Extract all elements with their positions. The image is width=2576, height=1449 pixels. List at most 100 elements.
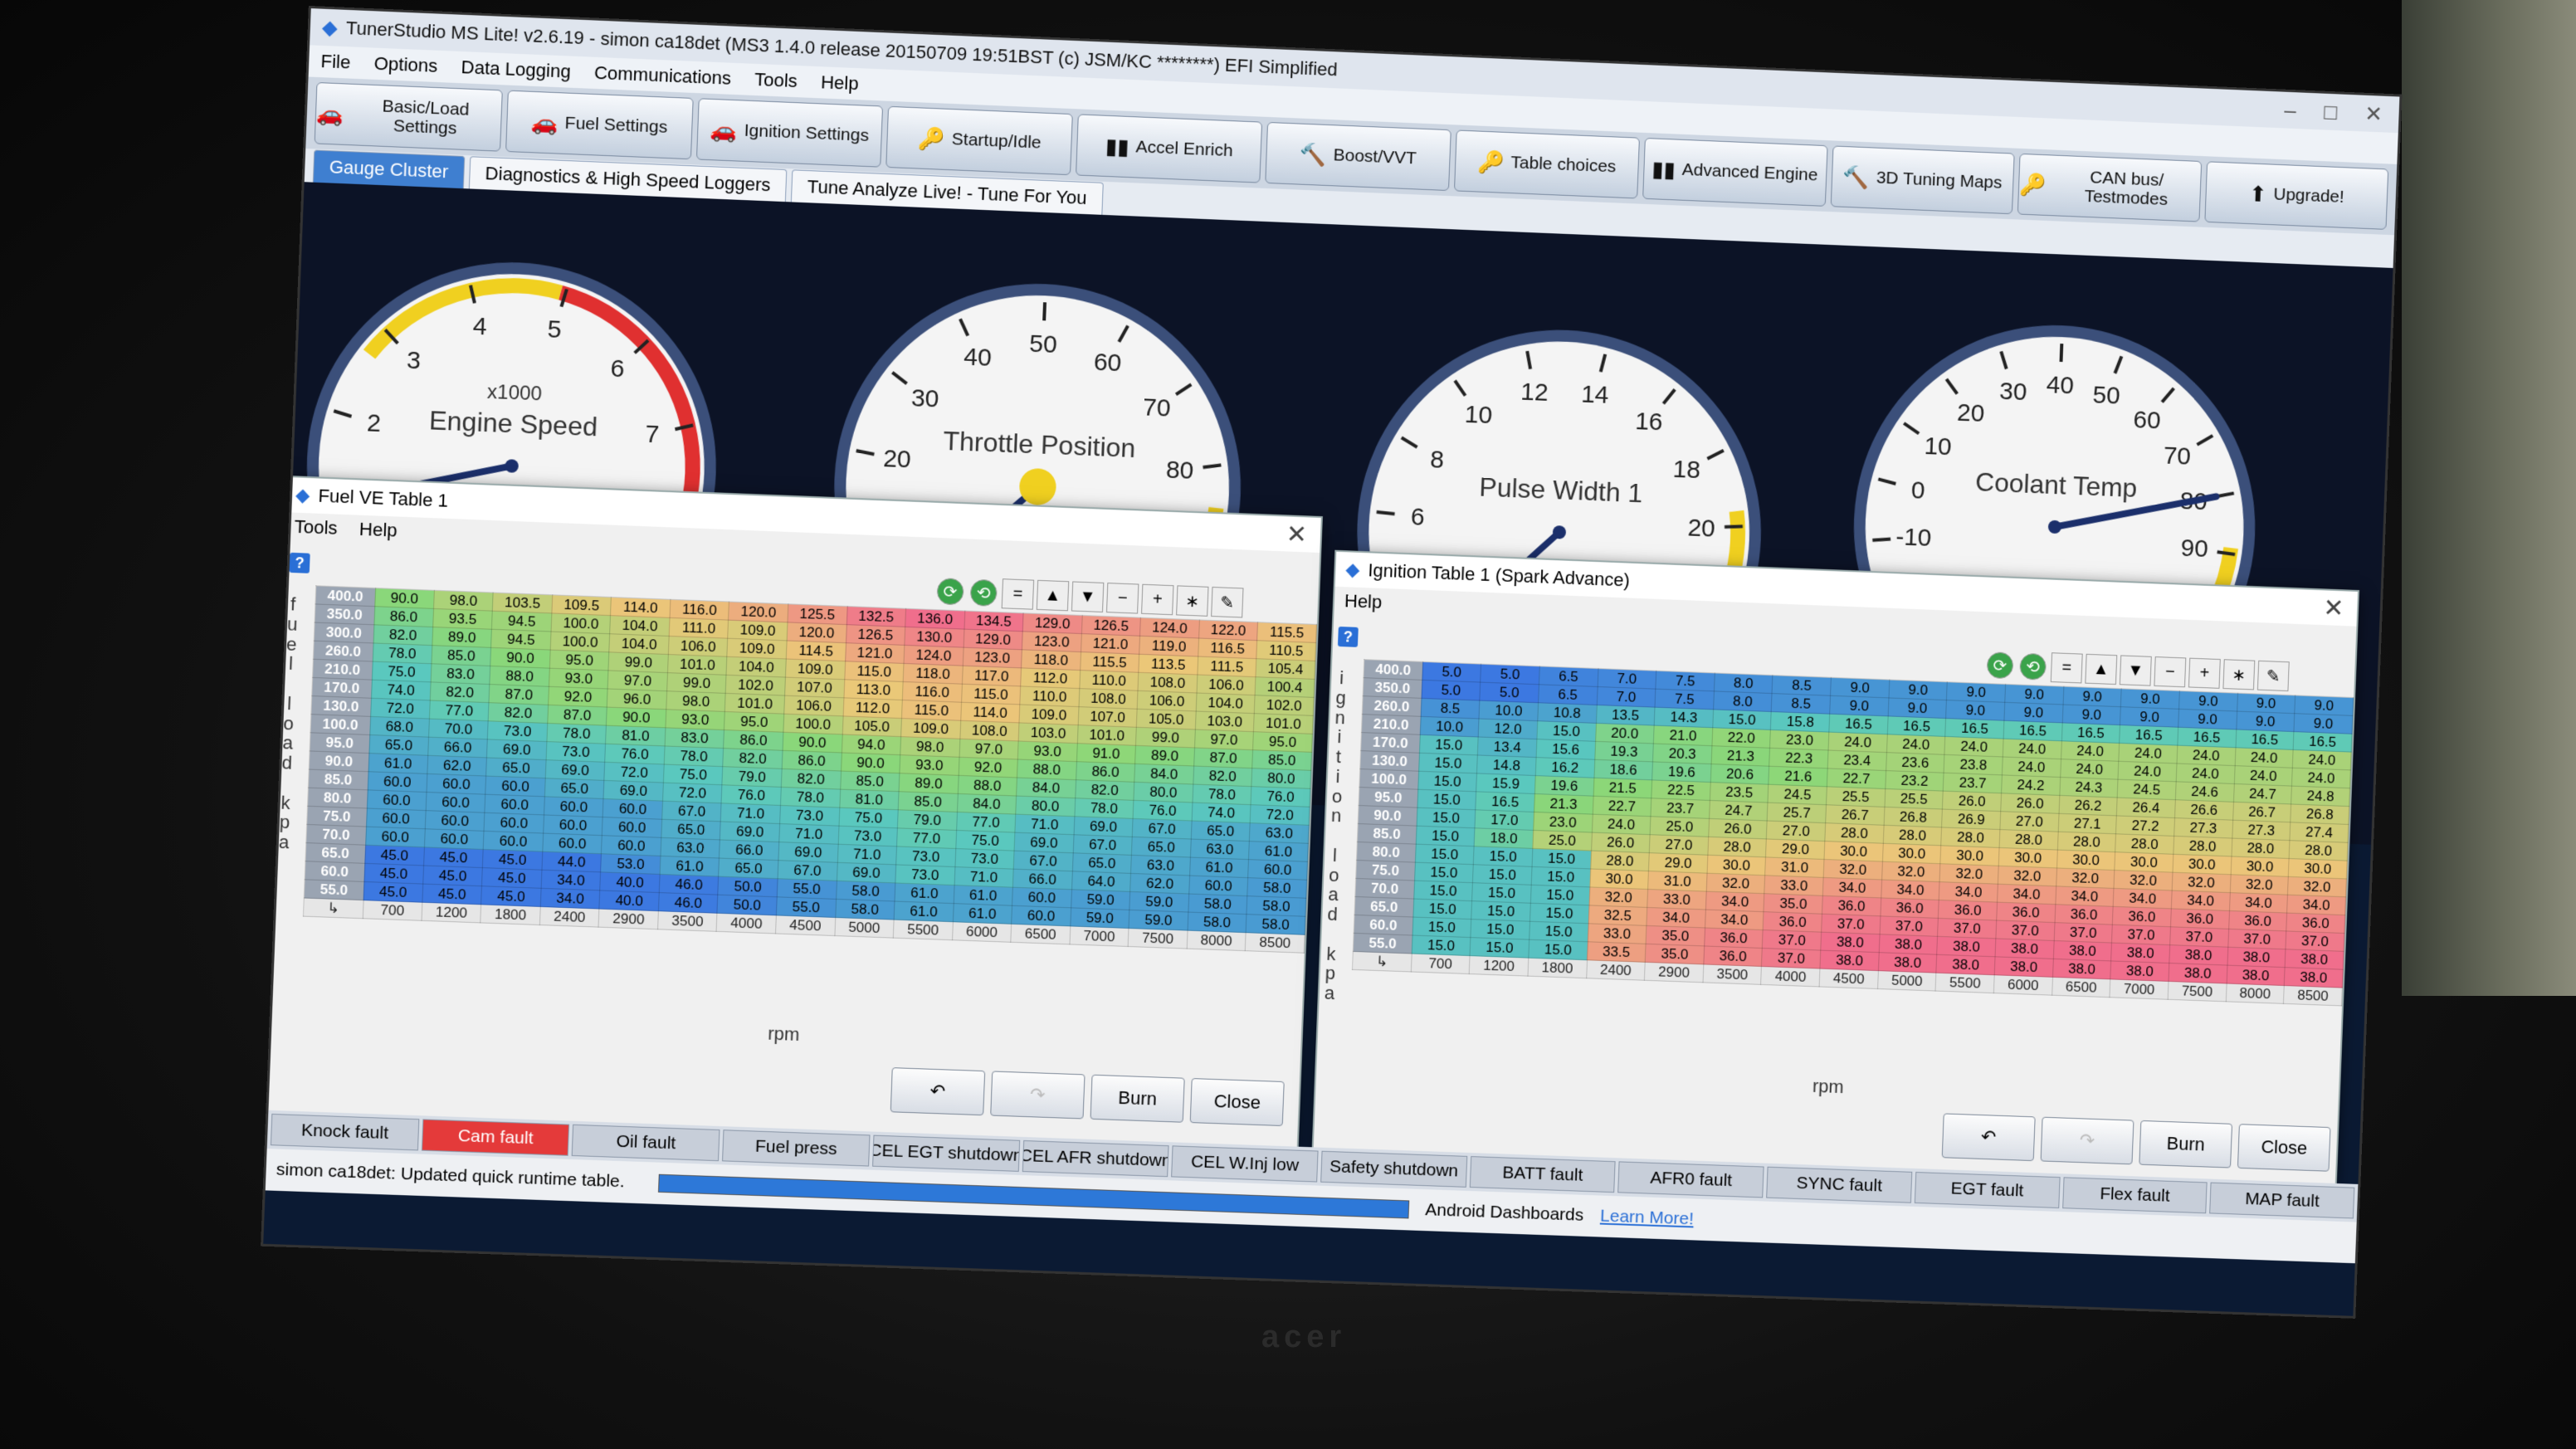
close-icon[interactable]: ✕: [2323, 593, 2344, 623]
table-cell[interactable]: 30.0: [1998, 847, 2057, 868]
table-cell[interactable]: 105.0: [842, 716, 902, 737]
table-cell[interactable]: 115.0: [961, 684, 1021, 705]
table-cell[interactable]: 69.0: [1074, 817, 1134, 837]
table-cell[interactable]: 24.0: [2292, 768, 2351, 788]
table-cell[interactable]: 32.0: [1589, 887, 1648, 908]
table-cell[interactable]: 110.0: [1080, 671, 1139, 691]
table-cell[interactable]: 117.0: [962, 666, 1022, 686]
table-cell[interactable]: 94.0: [842, 734, 901, 755]
table-cell[interactable]: 71.0: [779, 824, 839, 845]
table-cell[interactable]: 15.9: [1476, 773, 1535, 794]
table-cell[interactable]: 84.0: [1017, 778, 1076, 798]
equals-icon[interactable]: =: [1002, 578, 1034, 610]
table-cell[interactable]: 72.0: [1250, 805, 1310, 826]
table-cell[interactable]: 27.0: [1649, 835, 1708, 856]
table-cell[interactable]: 8.5: [1772, 694, 1831, 715]
table-cell[interactable]: 87.0: [489, 685, 549, 705]
menu-help[interactable]: Help: [821, 71, 859, 95]
table-cell[interactable]: 94.5: [492, 611, 552, 632]
table-cell[interactable]: 78.0: [1075, 798, 1134, 819]
table-cell[interactable]: 40.0: [599, 890, 659, 911]
table-cell[interactable]: 16.5: [2178, 727, 2237, 748]
table-cell[interactable]: 86.0: [373, 607, 433, 627]
table-cell[interactable]: 24.0: [2235, 748, 2294, 768]
table-cell[interactable]: 28.0: [2174, 836, 2232, 856]
table-cell[interactable]: 20.0: [1595, 723, 1654, 744]
table-cell[interactable]: 8.0: [1714, 673, 1773, 694]
table-cell[interactable]: 9.0: [2294, 714, 2353, 734]
table-cell[interactable]: 36.0: [1997, 902, 2056, 922]
table-cell[interactable]: 60.0: [603, 817, 662, 838]
table-cell[interactable]: 91.0: [1076, 744, 1136, 764]
toolbar-button-0[interactable]: 🚗 Basic/Load Settings: [315, 82, 503, 152]
table-cell[interactable]: 82.0: [1075, 780, 1134, 801]
table-cell[interactable]: 60.0: [544, 797, 603, 817]
table-cell[interactable]: 31.0: [1648, 871, 1707, 892]
table-cell[interactable]: 82.0: [781, 768, 841, 789]
table-cell[interactable]: 115.0: [902, 700, 962, 721]
table-cell[interactable]: 79.0: [722, 767, 782, 788]
table-cell[interactable]: 30.0: [1882, 843, 1941, 864]
table-cell[interactable]: 84.0: [1134, 764, 1193, 784]
table-cell[interactable]: 109.0: [901, 719, 961, 739]
table-cell[interactable]: 96.0: [607, 689, 667, 710]
table-cell[interactable]: 38.0: [1878, 953, 1937, 973]
table-cell[interactable]: 26.6: [2174, 800, 2233, 820]
table-cell[interactable]: 109.5: [552, 595, 612, 616]
table-cell[interactable]: 38.0: [2169, 964, 2227, 983]
table-cell[interactable]: 45.0: [363, 863, 423, 884]
table-cell[interactable]: 90.0: [374, 588, 434, 609]
table-cell[interactable]: 103.0: [1195, 711, 1254, 732]
plus-icon[interactable]: +: [1141, 584, 1173, 615]
table-cell[interactable]: 116.5: [1198, 638, 1256, 659]
table-cell[interactable]: 45.0: [423, 866, 483, 886]
close-icon[interactable]: ✕: [2364, 100, 2383, 127]
redo-button[interactable]: ↷: [990, 1071, 1085, 1119]
table-cell[interactable]: 32.0: [2172, 872, 2231, 892]
table-cell[interactable]: 103.0: [1018, 723, 1078, 744]
table-cell[interactable]: 37.0: [2227, 929, 2286, 949]
table-cell[interactable]: 76.0: [1133, 800, 1192, 821]
table-cell[interactable]: 114.0: [611, 598, 671, 618]
table-cell[interactable]: 95.0: [1253, 732, 1313, 753]
table-cell[interactable]: 119.0: [1139, 636, 1198, 656]
table-cell[interactable]: 110.5: [1256, 641, 1316, 661]
table-cell[interactable]: 55.0: [776, 897, 836, 918]
table-cell[interactable]: 75.0: [839, 807, 899, 828]
table-cell[interactable]: 9.0: [1830, 695, 1889, 716]
table-cell[interactable]: 28.0: [1999, 830, 2058, 851]
table-cell[interactable]: 65.0: [1132, 837, 1191, 857]
toolbar-button-10[interactable]: ⬆ Upgrade!: [2204, 161, 2388, 230]
toolbar-button-8[interactable]: 🔨 3D Tuning Maps: [1830, 145, 2015, 214]
table-cell[interactable]: 37.0: [2286, 931, 2344, 951]
table-cell[interactable]: 28.0: [1825, 823, 1884, 844]
table-cell[interactable]: 59.0: [1129, 891, 1188, 912]
table-cell[interactable]: 34.0: [2171, 890, 2230, 910]
table-cell[interactable]: 36.0: [2113, 906, 2172, 926]
menu-file[interactable]: File: [320, 51, 351, 74]
menu-tools[interactable]: Tools: [754, 69, 798, 92]
table-cell[interactable]: 38.0: [2110, 961, 2169, 981]
table-cell[interactable]: 67.0: [1132, 818, 1191, 839]
table-cell[interactable]: 106.0: [784, 695, 844, 716]
table-cell[interactable]: 60.0: [544, 815, 603, 836]
table-cell[interactable]: 24.0: [2061, 741, 2120, 762]
table-cell[interactable]: 77.0: [956, 812, 1016, 832]
table-cell[interactable]: 82.0: [1193, 766, 1252, 787]
table-cell[interactable]: 6.5: [1539, 685, 1598, 705]
up-arrow-icon[interactable]: ▲: [2085, 654, 2117, 685]
table-cell[interactable]: 23.2: [1886, 771, 1944, 792]
maximize-icon[interactable]: □: [2324, 99, 2338, 124]
table-cell[interactable]: 10.0: [1479, 700, 1538, 721]
table-cell[interactable]: 28.0: [1883, 825, 1942, 846]
table-cell[interactable]: 75.0: [955, 830, 1015, 851]
table-cell[interactable]: 59.0: [1071, 908, 1130, 929]
table-cell[interactable]: 60.0: [424, 829, 484, 850]
table-cell[interactable]: 37.0: [1762, 949, 1821, 968]
table-cell[interactable]: 86.0: [724, 730, 783, 751]
table-cell[interactable]: 61.0: [894, 901, 954, 922]
table-cell[interactable]: 36.0: [1704, 946, 1763, 967]
table-cell[interactable]: 23.7: [1944, 773, 2003, 793]
table-cell[interactable]: 34.0: [1647, 907, 1705, 928]
table-cell[interactable]: 9.0: [2063, 686, 2122, 707]
